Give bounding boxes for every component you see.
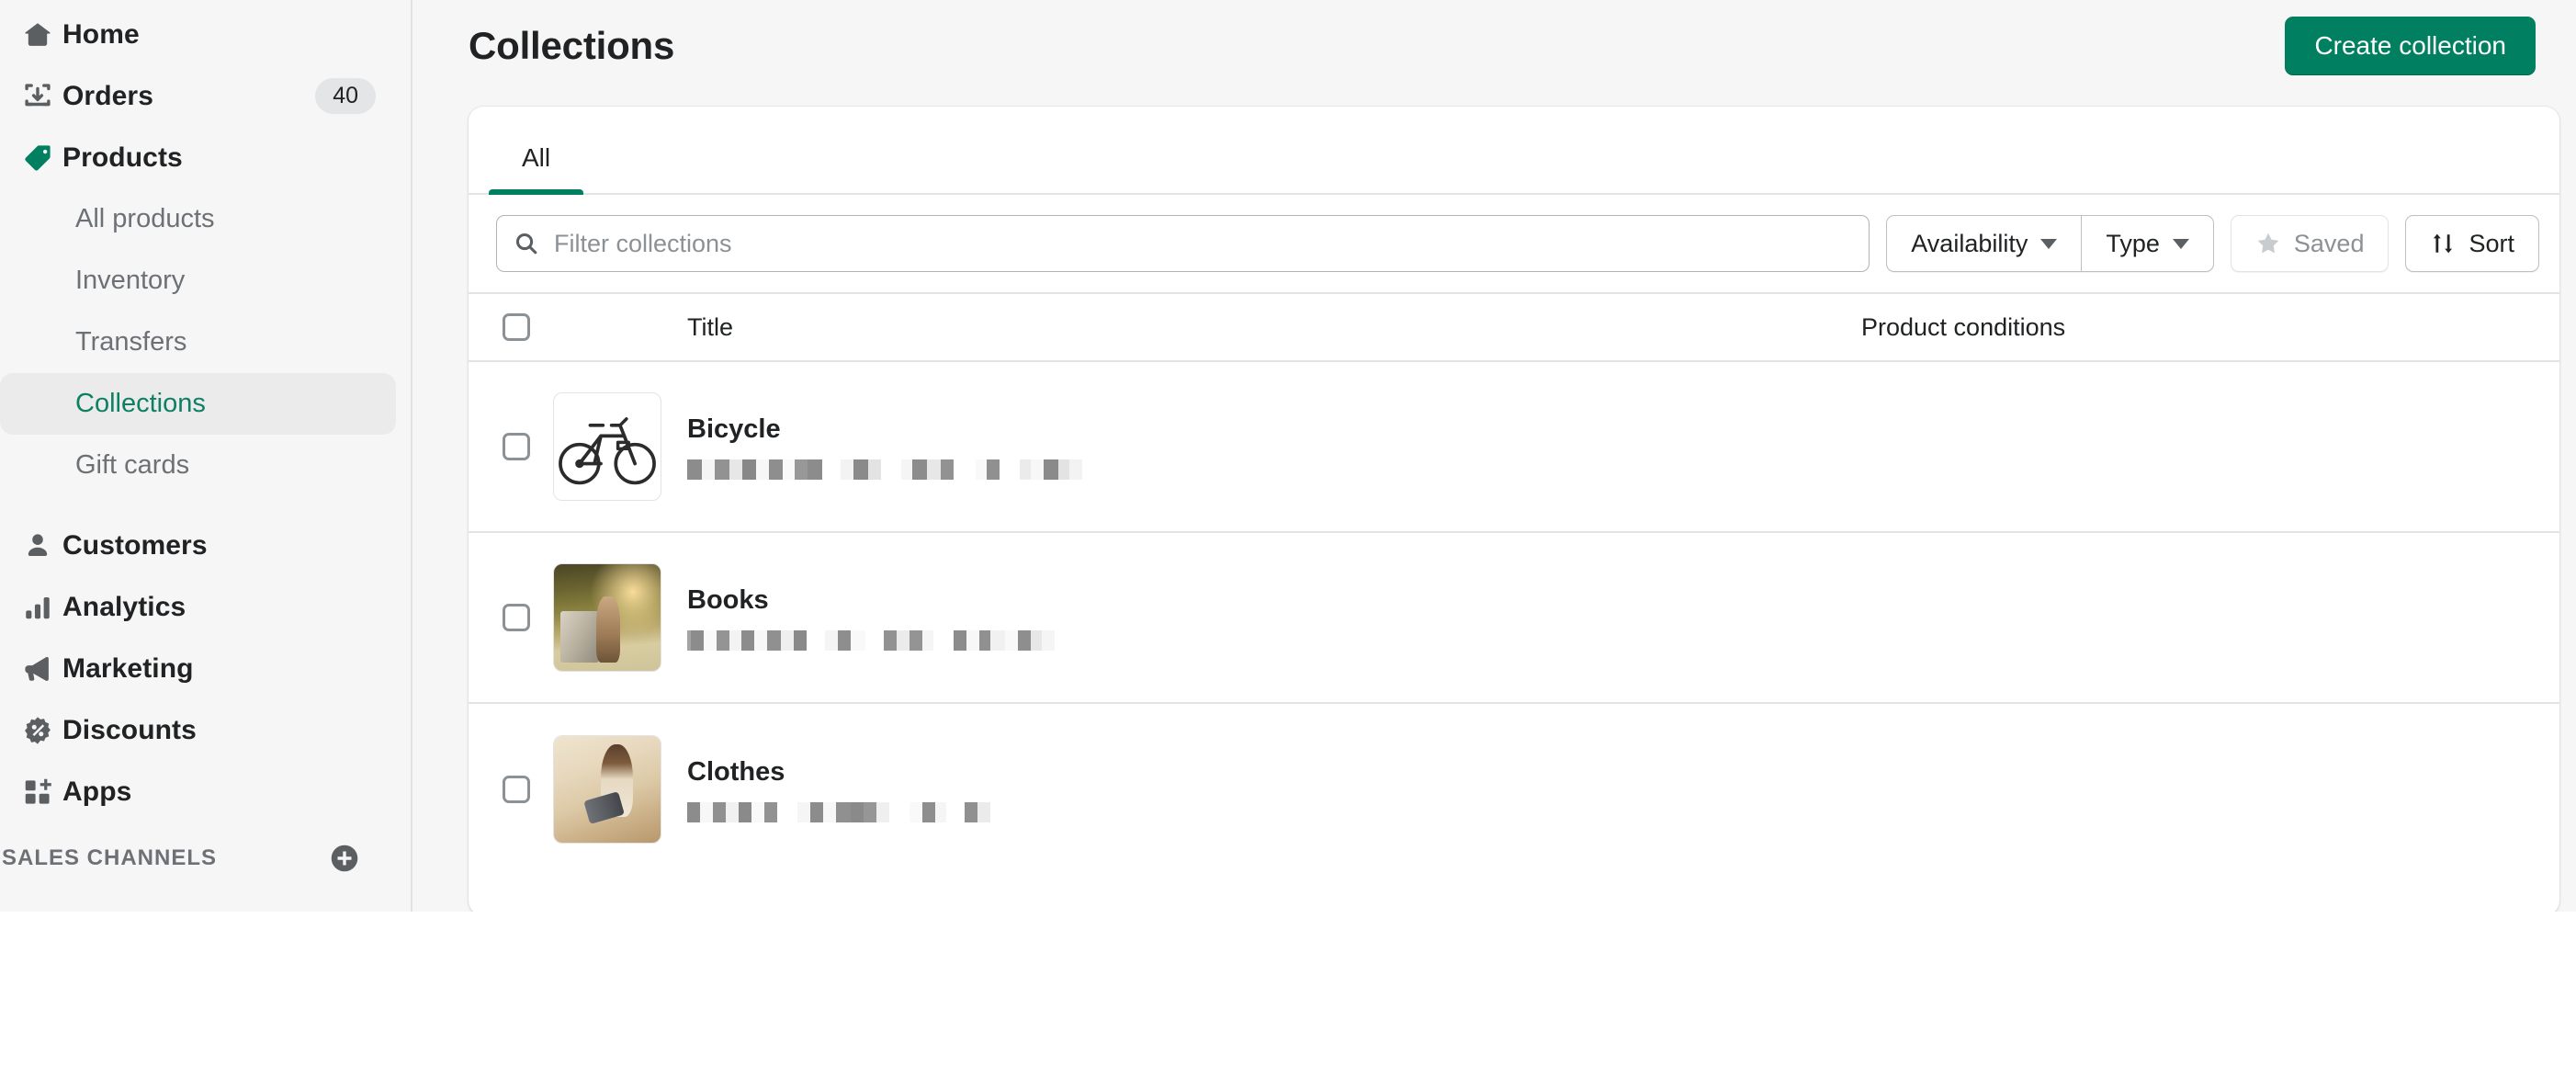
home-icon (13, 15, 62, 55)
page-title: Collections (469, 24, 675, 67)
chevron-down-icon (2040, 238, 2058, 249)
customer-person-icon (13, 526, 62, 566)
products-tag-icon (13, 138, 62, 178)
sidebar-item-products[interactable]: Products (0, 127, 396, 188)
saved-label: Saved (2293, 229, 2365, 257)
sidebar-item-label: Customers (62, 529, 208, 561)
collection-title: Bicycle (687, 414, 781, 444)
table-row[interactable]: Books (469, 533, 2559, 704)
row-title-cell: Clothes (671, 757, 1861, 822)
collections-card: All Availability (469, 107, 2559, 915)
table-header-row: Title Product conditions (469, 292, 2559, 362)
sidebar-item-label: Marketing (62, 652, 194, 684)
sales-channels-title: SALES CHANNELS (2, 845, 218, 870)
marketing-megaphone-icon (13, 649, 62, 689)
filter-toolbar: Availability Type Saved (469, 195, 2559, 292)
sort-label: Sort (2469, 229, 2514, 257)
apps-grid-plus-icon (13, 772, 62, 812)
row-thumbnail-cell (553, 392, 671, 501)
books-photo-thumbnail (553, 563, 661, 672)
table-row[interactable]: Bicycle (469, 362, 2559, 533)
page-background-below-viewport (0, 912, 2576, 1077)
sidebar-item-analytics[interactable]: Analytics (0, 576, 396, 638)
tabs-bar: All (469, 107, 2559, 195)
sort-button[interactable]: Sort (2405, 215, 2539, 272)
collection-title: Clothes (687, 756, 785, 787)
star-icon (2255, 231, 2281, 256)
redacted-description (687, 629, 1861, 651)
create-collection-button[interactable]: Create collection (2285, 17, 2536, 75)
table-row[interactable]: Clothes (469, 704, 2559, 875)
sidebar-item-label: Apps (62, 776, 132, 807)
sales-channels-section: SALES CHANNELS (0, 838, 411, 912)
availability-label: Availability (1911, 229, 2028, 257)
plus-circle-icon[interactable] (329, 843, 360, 874)
redacted-description (687, 801, 1861, 822)
sort-arrows-icon (2430, 231, 2456, 256)
sidebar-subitem-label: Inventory (75, 266, 186, 295)
sidebar-item-transfers[interactable]: Transfers (0, 312, 396, 373)
sidebar-subitem-label: Gift cards (75, 450, 190, 480)
row-title-cell: Bicycle (671, 414, 1861, 480)
shopify-admin-page: Home Orders 40 Products All products Inv… (0, 0, 2576, 1077)
chevron-down-icon (2172, 238, 2189, 249)
sidebar-item-marketing[interactable]: Marketing (0, 638, 396, 699)
product-conditions-column-header: Product conditions (1861, 312, 2066, 341)
main-content: Collections Create collection All Filter… (412, 0, 2576, 915)
orders-count-badge: 40 (315, 78, 376, 114)
saved-filters-button[interactable]: Saved (2230, 215, 2390, 272)
type-filter-button[interactable]: Type (2081, 215, 2214, 272)
tab-all[interactable]: All (489, 143, 584, 195)
search-icon (514, 231, 539, 256)
analytics-bars-icon (13, 587, 62, 628)
select-all-checkbox[interactable] (503, 313, 530, 341)
row-select-cell (469, 604, 553, 631)
sidebar-item-label: Analytics (62, 591, 186, 622)
sidebar-subitem-label: All products (75, 204, 215, 233)
select-all-cell (469, 313, 553, 341)
sidebar-item-collections[interactable]: Collections (0, 373, 396, 435)
clothes-photo-thumbnail (553, 735, 661, 844)
redacted-description (687, 459, 1861, 480)
bicycle-thumbnail (553, 392, 661, 501)
discounts-percent-icon (13, 710, 62, 751)
type-label: Type (2106, 229, 2160, 257)
page-header: Collections Create collection (412, 0, 2576, 92)
sidebar-item-home[interactable]: Home (0, 4, 396, 65)
sidebar-item-apps[interactable]: Apps (0, 761, 396, 822)
row-title-cell: Books (671, 585, 1861, 651)
row-checkbox[interactable] (503, 433, 530, 460)
title-column-header: Title (687, 312, 734, 341)
sidebar-item-orders[interactable]: Orders 40 (0, 65, 396, 127)
sidebar-item-gift-cards[interactable]: Gift cards (0, 435, 396, 496)
row-thumbnail-cell (553, 563, 671, 672)
filter-button-group: Availability Type (1886, 215, 2214, 272)
collection-title: Books (687, 584, 769, 615)
search-field-wrapper[interactable] (496, 215, 1870, 272)
admin-viewport: Home Orders 40 Products All products Inv… (0, 0, 2576, 915)
row-select-cell (469, 776, 553, 803)
tab-label: All (522, 143, 551, 172)
row-checkbox[interactable] (503, 776, 530, 803)
row-thumbnail-cell (553, 735, 671, 844)
sidebar-item-discounts[interactable]: Discounts (0, 699, 396, 761)
sidebar-item-label: Home (62, 18, 140, 50)
sidebar-item-label: Discounts (62, 714, 197, 745)
sidebar-subitem-label: Transfers (75, 327, 187, 357)
sidebar-item-inventory[interactable]: Inventory (0, 250, 396, 312)
sidebar-item-label: Orders (62, 80, 153, 111)
orders-icon (13, 76, 62, 117)
sidebar-item-all-products[interactable]: All products (0, 188, 396, 250)
search-input[interactable] (554, 229, 1853, 258)
primary-sidebar: Home Orders 40 Products All products Inv… (0, 0, 412, 912)
row-select-cell (469, 433, 553, 460)
sidebar-item-label: Products (62, 142, 183, 173)
availability-filter-button[interactable]: Availability (1886, 215, 2082, 272)
sidebar-item-customers[interactable]: Customers (0, 515, 396, 576)
sidebar-subitem-label: Collections (75, 389, 206, 418)
row-checkbox[interactable] (503, 604, 530, 631)
